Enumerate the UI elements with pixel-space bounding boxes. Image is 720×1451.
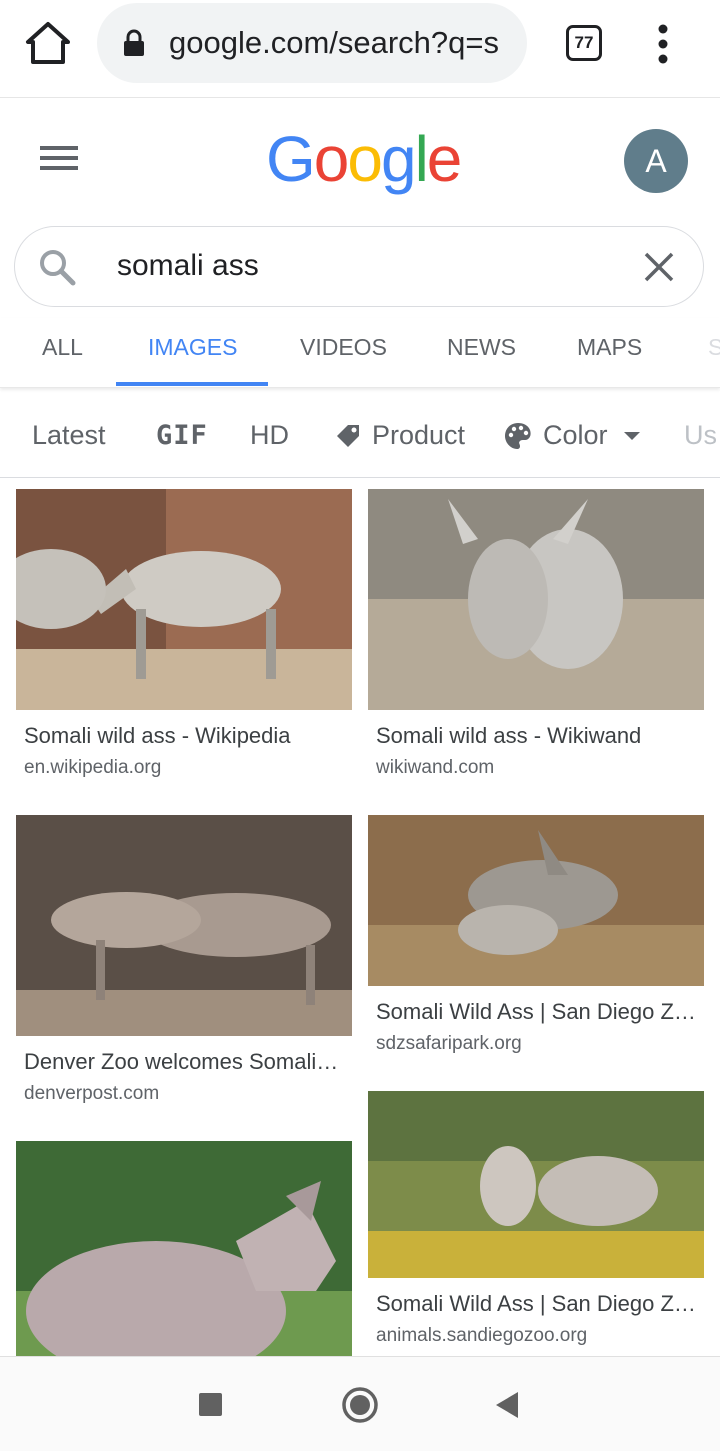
palette-icon	[505, 422, 531, 449]
tab-images[interactable]: IMAGES	[148, 334, 237, 361]
chip-hd[interactable]: HD	[250, 420, 289, 451]
logo-letter: l	[414, 123, 429, 195]
back-icon[interactable]	[494, 1390, 520, 1425]
image-result[interactable]	[16, 1141, 352, 1356]
result-thumbnail[interactable]	[16, 1141, 352, 1356]
result-thumbnail[interactable]	[368, 489, 704, 710]
tag-icon	[337, 424, 359, 447]
chip-label: Color	[543, 420, 608, 450]
result-thumbnail[interactable]	[16, 489, 352, 710]
image-result[interactable]: Somali wild ass - Wikipedia en.wikipedia…	[16, 489, 352, 789]
account-avatar[interactable]: A	[624, 129, 688, 193]
chip-label: Us	[684, 420, 717, 450]
lock-icon	[123, 29, 145, 62]
image-result[interactable]: Denver Zoo welcomes Somali… denverpost.c…	[16, 815, 352, 1115]
logo-letter: g	[380, 123, 417, 195]
result-source[interactable]: wikiwand.com	[376, 757, 494, 779]
tab-maps[interactable]: MAPS	[577, 334, 642, 361]
result-title[interactable]: Denver Zoo welcomes Somali…	[24, 1049, 346, 1075]
result-source[interactable]: denverpost.com	[24, 1083, 159, 1105]
result-thumbnail[interactable]	[368, 815, 704, 986]
hamburger-menu-icon[interactable]	[40, 144, 80, 174]
chip-usage-partial[interactable]: Us	[684, 420, 717, 451]
chip-latest[interactable]: Latest	[32, 420, 106, 451]
home-button-icon[interactable]	[341, 1386, 379, 1429]
logo-letter: G	[266, 123, 316, 195]
home-icon[interactable]	[22, 18, 74, 68]
browser-toolbar: google.com/search?q=s 77	[0, 0, 720, 98]
chip-label: GIF	[156, 420, 208, 451]
search-input[interactable]: somali ass	[117, 249, 259, 283]
result-title[interactable]: Somali wild ass - Wikipedia	[24, 723, 346, 749]
search-box[interactable]: somali ass	[14, 226, 704, 307]
result-title[interactable]: Somali Wild Ass | San Diego Z…	[376, 999, 698, 1025]
result-source[interactable]: sdzsafaripark.org	[376, 1033, 522, 1055]
tab-switcher-button[interactable]: 77	[566, 25, 602, 61]
system-navigation-bar	[0, 1356, 720, 1451]
result-source[interactable]: en.wikipedia.org	[24, 757, 161, 779]
logo-letter: o	[313, 123, 350, 195]
more-options-icon[interactable]	[650, 22, 676, 66]
result-thumbnail[interactable]	[16, 815, 352, 1036]
result-source[interactable]: animals.sandiegozoo.org	[376, 1325, 587, 1347]
url-text: google.com/search?q=s	[169, 25, 500, 60]
result-thumbnail[interactable]	[368, 1091, 704, 1278]
active-tab-indicator	[116, 382, 268, 386]
result-title[interactable]: Somali wild ass - Wikiwand	[376, 723, 698, 749]
chip-color[interactable]: Color	[503, 420, 642, 451]
chip-label: Latest	[32, 420, 106, 450]
close-icon[interactable]	[641, 249, 677, 285]
tab-all[interactable]: ALL	[42, 334, 83, 361]
chip-label: Product	[372, 420, 466, 450]
image-result[interactable]: Somali wild ass - Wikiwand wikiwand.com	[368, 489, 704, 789]
google-logo[interactable]: Google	[266, 122, 463, 196]
tab-videos[interactable]: VIDEOS	[300, 334, 387, 361]
chip-product[interactable]: Product	[334, 420, 465, 451]
recent-apps-icon[interactable]	[199, 1393, 222, 1416]
address-bar[interactable]: google.com/search?q=s	[97, 3, 527, 83]
result-title[interactable]: Somali Wild Ass | San Diego Z…	[376, 1291, 698, 1317]
tab-shopping-partial[interactable]: S	[708, 334, 720, 361]
tab-news[interactable]: NEWS	[447, 334, 516, 361]
chevron-down-icon	[623, 431, 640, 440]
search-icon[interactable]	[37, 247, 77, 292]
filter-chips: Latest GIF HD Product Color Us	[0, 396, 720, 478]
image-result[interactable]: Somali Wild Ass | San Diego Z… animals.s…	[368, 1091, 704, 1356]
logo-letter: o	[347, 123, 383, 195]
image-result[interactable]: Somali Wild Ass | San Diego Z… sdzsafari…	[368, 815, 704, 1065]
chip-gif[interactable]: GIF	[156, 420, 208, 451]
chip-label: HD	[250, 420, 289, 450]
logo-letter: e	[426, 123, 463, 195]
search-type-tabs: ALL IMAGES VIDEOS NEWS MAPS S	[0, 318, 720, 388]
